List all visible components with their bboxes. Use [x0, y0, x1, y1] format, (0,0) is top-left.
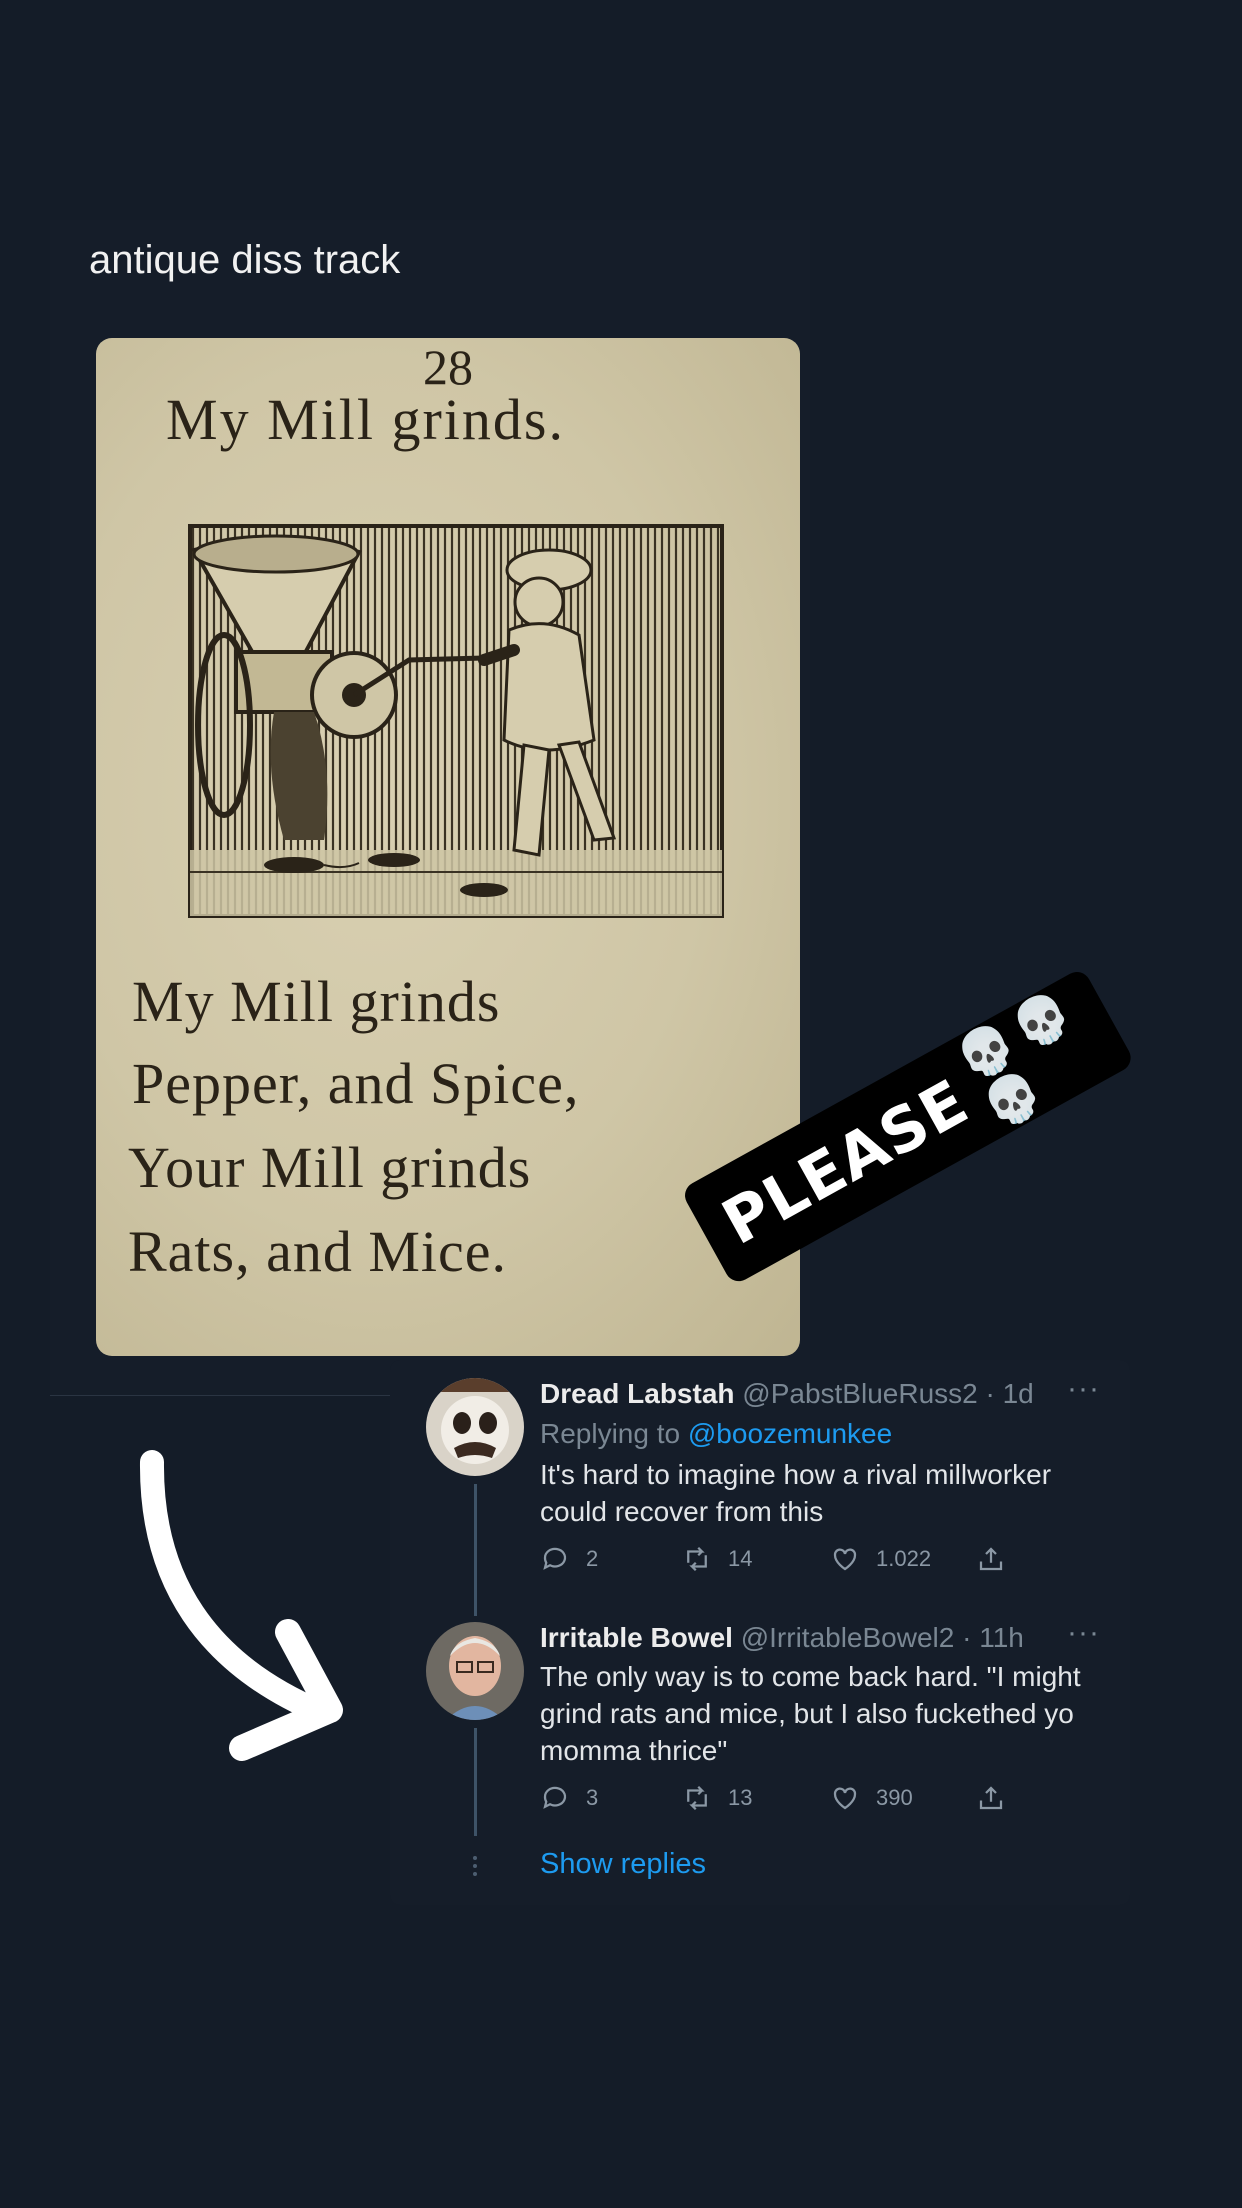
reply-count: 3 [586, 1785, 599, 1810]
tweet-actions: 2 14 1.022 [540, 1544, 1100, 1584]
thread-line [474, 1728, 477, 1836]
like-button[interactable]: 1.022 [830, 1544, 931, 1574]
thread-ellipsis [473, 1856, 477, 1880]
username[interactable]: @IrritableBowel2 [741, 1622, 955, 1653]
retweet-count: 14 [728, 1546, 753, 1571]
thread-line [474, 1484, 477, 1616]
more-icon[interactable]: ··· [1067, 1372, 1100, 1406]
retweet-button[interactable]: 13 [682, 1783, 752, 1813]
like-button[interactable]: 390 [830, 1783, 913, 1813]
like-count: 390 [876, 1785, 913, 1810]
retweet-button[interactable]: 14 [682, 1544, 752, 1574]
like-icon [833, 1787, 857, 1810]
reply-button[interactable]: 2 [540, 1544, 598, 1574]
like-icon [833, 1548, 857, 1571]
show-replies-link[interactable]: Show replies [540, 1848, 706, 1881]
tweet[interactable]: Dread Labstah @PabstBlueRuss2 · 1d ··· R… [426, 1372, 1126, 1618]
more-icon[interactable]: ··· [1067, 1616, 1100, 1650]
timestamp[interactable]: · 11h [962, 1622, 1024, 1653]
retweet-count: 13 [728, 1785, 753, 1810]
tweet[interactable]: Irritable Bowel @IrritableBowel2 · 11h ·… [426, 1616, 1126, 1837]
share-button[interactable] [976, 1783, 1022, 1813]
username[interactable]: @PabstBlueRuss2 [742, 1378, 977, 1409]
reply-button[interactable]: 3 [540, 1783, 598, 1813]
avatar[interactable] [426, 1622, 524, 1720]
reply-icon [543, 1547, 567, 1570]
tweet-text: It's hard to imagine how a rival millwor… [540, 1459, 1052, 1527]
replying-to-link[interactable]: @boozemunkee [688, 1418, 892, 1449]
reply-count: 2 [586, 1546, 599, 1571]
reply-icon [543, 1786, 567, 1809]
tweet-text: The only way is to come back hard. "I mi… [540, 1661, 1081, 1766]
avatar[interactable] [426, 1378, 524, 1476]
replying-to-label: Replying to [540, 1418, 681, 1449]
tweet-actions: 3 13 390 [540, 1783, 1100, 1823]
replying-to: Replying to @boozemunkee [540, 1418, 1100, 1450]
share-icon [979, 1786, 1003, 1810]
display-name[interactable]: Irritable Bowel [540, 1622, 733, 1653]
share-button[interactable] [976, 1544, 1022, 1574]
timestamp[interactable]: · 1d [986, 1378, 1034, 1409]
display-name[interactable]: Dread Labstah [540, 1378, 735, 1409]
retweet-icon [687, 1785, 707, 1811]
like-count: 1.022 [876, 1546, 932, 1571]
share-icon [979, 1547, 1003, 1571]
retweet-icon [687, 1546, 707, 1572]
